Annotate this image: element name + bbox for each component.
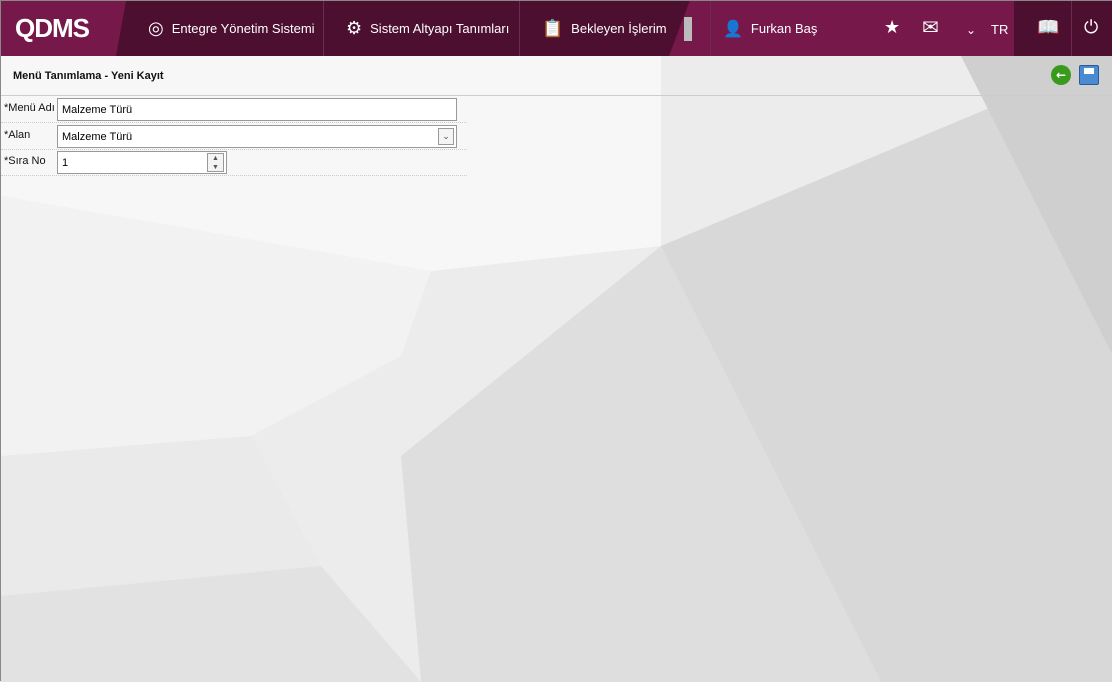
user-icon: 👤 xyxy=(723,20,743,38)
user-menu[interactable]: 👤 Furkan Baş xyxy=(723,1,817,56)
nav-label: Sistem Altyapı Tanımları xyxy=(370,21,510,36)
sira-no-stepper[interactable]: 1 ▲ ▼ xyxy=(57,151,227,174)
nav-bekleyen[interactable]: 📋 Bekleyen İşlerim xyxy=(542,1,667,56)
floppy-icon xyxy=(1084,68,1094,74)
brand-logo[interactable]: QDMS xyxy=(1,1,126,56)
top-bar: QDMS ◎ Entegre Yönetim Sistemi ⚙ Sistem Al… xyxy=(1,1,1112,56)
user-name: Furkan Baş xyxy=(750,21,818,36)
page-title: Menü Tanımlama - Yeni Kayıt xyxy=(13,70,164,82)
sira-no-value: 1 xyxy=(62,157,69,169)
form-row-alan: *Alan Malzeme Türü ⌄ xyxy=(1,123,467,150)
mail-icon[interactable]: ✉ xyxy=(922,15,939,39)
nav-scroll-handle[interactable] xyxy=(684,17,692,41)
form-row-sira-no: *Sıra No 1 ▲ ▼ xyxy=(1,149,467,176)
alan-label: *Alan xyxy=(4,129,31,141)
alan-value: Malzeme Türü xyxy=(62,131,133,143)
nav-label: Bekleyen İşlerim xyxy=(571,21,667,36)
clipboard-icon: 📋 xyxy=(542,18,564,38)
chevron-down-icon[interactable]: ⌄ xyxy=(438,128,454,145)
arrow-left-icon: ← xyxy=(1055,68,1067,82)
gear-icon: ⚙ xyxy=(346,18,363,38)
manual-book-icon[interactable]: 📖 xyxy=(1037,17,1059,38)
language-selector[interactable]: TR xyxy=(991,22,1008,37)
chevron-down-icon[interactable]: ⌄ xyxy=(966,23,976,37)
nav-sistem[interactable]: ⚙ Sistem Altyapı Tanımları xyxy=(346,1,509,56)
menu-adi-label: *Menü Adı xyxy=(4,102,55,114)
q-icon: ◎ xyxy=(148,18,164,38)
save-button[interactable] xyxy=(1079,65,1099,85)
nav-entegre[interactable]: ◎ Entegre Yönetim Sistemi xyxy=(148,1,315,56)
form-row-menu-adi: *Menü Adı Malzeme Türü xyxy=(1,96,467,123)
nav-label: Entegre Yönetim Sistemi xyxy=(171,21,315,36)
sira-no-label: *Sıra No xyxy=(4,155,46,167)
brand-text: QDMS xyxy=(15,13,90,43)
spin-arrows-icon[interactable]: ▲ ▼ xyxy=(207,153,224,172)
alan-select[interactable]: Malzeme Türü ⌄ xyxy=(57,125,457,148)
menu-adi-input[interactable]: Malzeme Türü xyxy=(57,98,457,121)
user-area xyxy=(669,1,1014,56)
power-icon[interactable]: ⏻ xyxy=(1084,17,1098,38)
back-button[interactable]: ← xyxy=(1051,65,1071,85)
star-icon[interactable]: ★ xyxy=(884,17,900,38)
